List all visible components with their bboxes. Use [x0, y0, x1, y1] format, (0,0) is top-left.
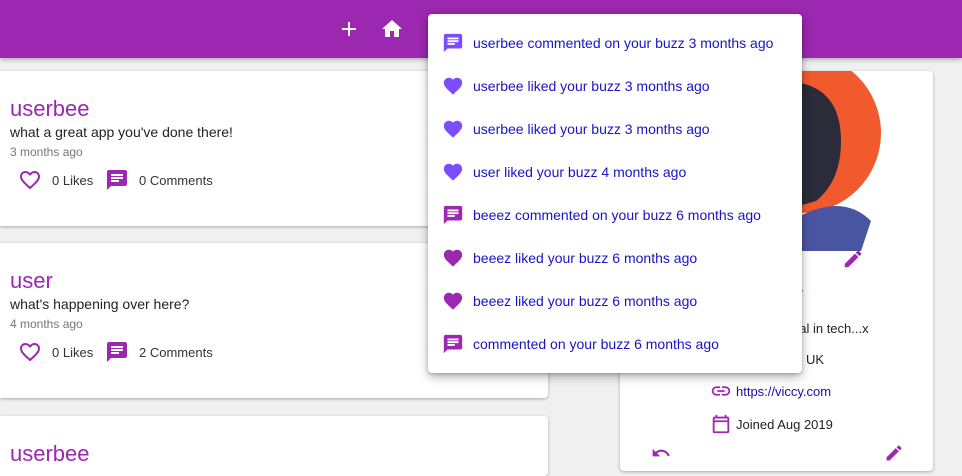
- home-icon: [382, 20, 402, 37]
- buzz-username[interactable]: userbee: [10, 441, 90, 467]
- link-icon: [711, 386, 731, 396]
- add-buzz-button[interactable]: [337, 17, 361, 41]
- buzz-card: userbee: [0, 416, 548, 476]
- notification-text: beeez liked your buzz 6 months ago: [473, 293, 698, 309]
- notification-item[interactable]: userbee liked your buzz 3 months ago: [428, 108, 802, 151]
- comment-button[interactable]: 2 Comments: [105, 340, 213, 364]
- plus-icon: [342, 22, 356, 36]
- profile-bio: gal in tech...x: [792, 321, 869, 336]
- buzz-username[interactable]: userbee: [10, 96, 90, 122]
- notification-item[interactable]: commented on your buzz 6 months ago: [428, 323, 802, 366]
- comment-button[interactable]: 0 Comments: [105, 168, 213, 192]
- chat-icon: [443, 33, 463, 53]
- notification-text: beeez liked your buzz 6 months ago: [473, 250, 698, 266]
- profile-location: UK: [806, 352, 825, 367]
- heart-icon: [443, 77, 463, 95]
- calendar-icon: [712, 414, 730, 434]
- notification-text: beeez commented on your buzz 6 months ag…: [473, 207, 761, 223]
- comment-icon: [107, 342, 127, 362]
- profile-website-link[interactable]: https://viccy.com: [736, 384, 831, 399]
- notification-item[interactable]: user liked your buzz 4 months ago: [428, 151, 802, 194]
- edit-profile-icon[interactable]: [883, 443, 905, 463]
- like-count: 0 Likes: [52, 172, 94, 188]
- comment-count: 2 Comments: [139, 344, 213, 360]
- notification-item[interactable]: userbee commented on your buzz 3 months …: [428, 22, 802, 65]
- profile-joined: Joined Aug 2019: [736, 416, 833, 432]
- notification-text: user liked your buzz 4 months ago: [473, 164, 687, 180]
- notification-text: userbee liked your buzz 3 months ago: [473, 78, 710, 94]
- heart-icon: [443, 163, 463, 181]
- undo-icon[interactable]: [650, 443, 672, 463]
- home-button[interactable]: [380, 17, 404, 41]
- heart-icon: [443, 249, 463, 267]
- comment-count: 0 Comments: [139, 172, 213, 188]
- chat-icon: [443, 334, 463, 354]
- heart-outline-icon: [20, 171, 40, 190]
- heart-icon: [443, 292, 463, 310]
- notification-item[interactable]: beeez liked your buzz 6 months ago: [428, 280, 802, 323]
- profile-joined-row: Joined Aug 2019: [710, 413, 833, 435]
- like-count: 0 Likes: [52, 344, 94, 360]
- chat-icon: [443, 205, 463, 225]
- notifications-menu: userbee commented on your buzz 3 months …: [428, 14, 802, 373]
- like-button[interactable]: 0 Likes: [18, 168, 93, 192]
- notification-text: userbee liked your buzz 3 months ago: [473, 121, 710, 137]
- buzz-body: what's happening over here?: [10, 296, 190, 312]
- notification-item[interactable]: userbee liked your buzz 3 months ago: [428, 65, 802, 108]
- heart-outline-icon: [20, 343, 40, 362]
- buzz-time: 4 months ago: [10, 317, 83, 331]
- notification-text: commented on your buzz 6 months ago: [473, 336, 719, 352]
- buzz-time: 3 months ago: [10, 145, 83, 159]
- buzz-body: what a great app you've done there!: [10, 124, 233, 140]
- notification-item[interactable]: beeez commented on your buzz 6 months ag…: [428, 194, 802, 237]
- profile-website-row: https://viccy.com: [710, 381, 831, 401]
- edit-avatar-icon[interactable]: [842, 248, 864, 270]
- heart-icon: [443, 120, 463, 138]
- notification-text: userbee commented on your buzz 3 months …: [473, 35, 774, 51]
- buzz-username[interactable]: user: [10, 268, 53, 294]
- notification-item[interactable]: beeez liked your buzz 6 months ago: [428, 237, 802, 280]
- comment-icon: [107, 170, 127, 190]
- like-button[interactable]: 0 Likes: [18, 340, 93, 364]
